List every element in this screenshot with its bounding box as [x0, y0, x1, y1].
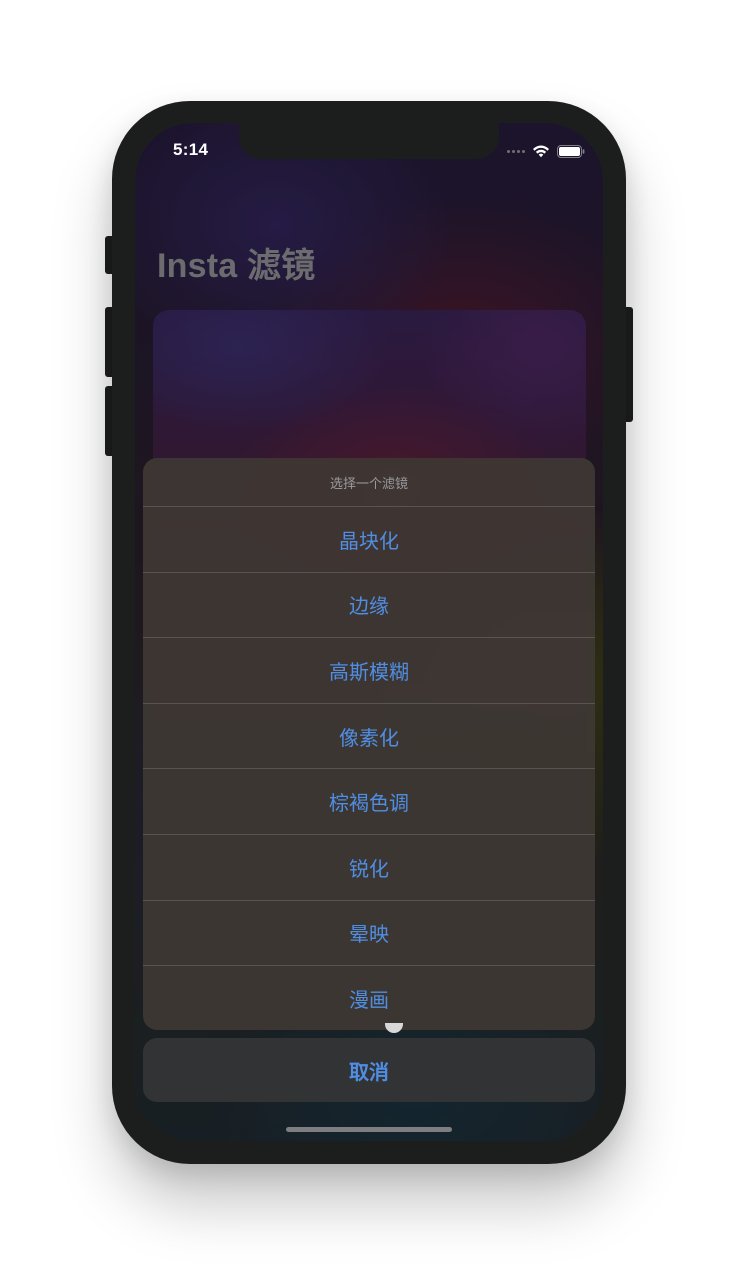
- filter-option-edges[interactable]: 边缘: [143, 573, 595, 639]
- option-label: 棕褐色调: [329, 793, 409, 816]
- device-mockup: Insta 滤镜 5:14 选择一个滤镜 晶块化 边缘 高斯模糊 像素化 棕褐色…: [0, 0, 738, 1266]
- action-sheet-title: 选择一个滤镜: [329, 475, 408, 491]
- filter-action-sheet: 选择一个滤镜 晶块化 边缘 高斯模糊 像素化 棕褐色调 锐化 晕映 漫画: [143, 458, 595, 1030]
- option-label: 晕映: [349, 924, 389, 947]
- action-sheet-header: 选择一个滤镜: [143, 458, 595, 507]
- wifi-icon: [532, 144, 550, 158]
- notch: [239, 123, 499, 159]
- filter-option-vignette[interactable]: 晕映: [143, 901, 595, 967]
- filter-option-pixellate[interactable]: 像素化: [143, 704, 595, 770]
- option-label: 锐化: [349, 858, 389, 881]
- battery-icon: [557, 144, 585, 158]
- home-indicator[interactable]: [286, 1127, 452, 1132]
- option-label: 漫画: [349, 989, 389, 1012]
- phone-screen: Insta 滤镜 5:14 选择一个滤镜 晶块化 边缘 高斯模糊 像素化 棕褐色…: [135, 123, 603, 1141]
- cancel-label: 取消: [349, 1061, 389, 1084]
- filter-option-sharpen[interactable]: 锐化: [143, 835, 595, 901]
- filter-option-sepia-tone[interactable]: 棕褐色调: [143, 769, 595, 835]
- option-label: 高斯模糊: [329, 661, 409, 684]
- cellular-dots-icon: [507, 149, 525, 153]
- filter-option-comic[interactable]: 漫画: [143, 966, 595, 1030]
- status-icons: [507, 143, 585, 159]
- option-label: 晶块化: [339, 530, 399, 553]
- cancel-button[interactable]: 取消: [143, 1038, 595, 1102]
- filter-option-crystallize[interactable]: 晶块化: [143, 507, 595, 573]
- option-label: 边缘: [349, 596, 389, 619]
- option-label: 像素化: [339, 727, 399, 750]
- filter-option-gaussian-blur[interactable]: 高斯模糊: [143, 638, 595, 704]
- status-time: 5:14: [173, 140, 209, 159]
